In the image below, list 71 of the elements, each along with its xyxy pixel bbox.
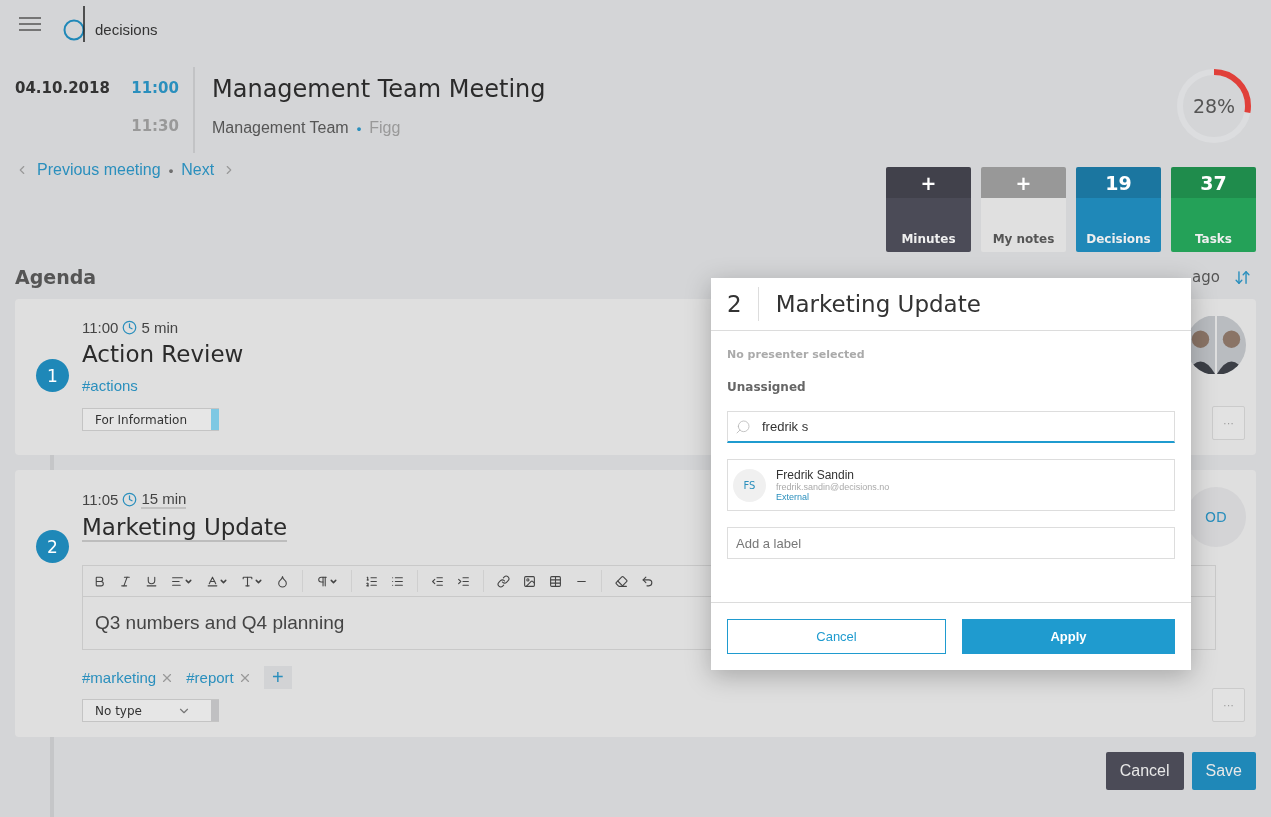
person-name: Fredrik Sandin — [776, 468, 856, 482]
underline-icon[interactable] — [145, 574, 158, 588]
bold-icon[interactable] — [93, 574, 106, 588]
apply-button[interactable]: Apply — [962, 619, 1175, 654]
summary-tile[interactable]: + Minutes — [886, 167, 971, 252]
separator-dot: • — [168, 162, 174, 178]
droplet-icon[interactable] — [276, 574, 289, 588]
separator-dot: • — [356, 120, 362, 136]
item-type-select[interactable]: For Information — [82, 408, 219, 431]
paragraph-icon[interactable] — [316, 574, 338, 588]
person-initials: FS — [733, 468, 766, 502]
font-color-icon[interactable] — [206, 574, 228, 588]
person-type-label: External — [776, 492, 811, 502]
start-time: 11:00 — [131, 79, 179, 97]
summary-tile[interactable]: 19 Decisions — [1076, 167, 1161, 252]
search-result[interactable]: FS Fredrik Sandin fredrik.sandin@decisions.no External — [727, 459, 1175, 511]
hashtag-link[interactable]: #marketing — [82, 669, 157, 686]
dialog-cancel-button[interactable]: Cancel — [727, 619, 946, 654]
align-icon[interactable] — [171, 574, 193, 588]
italic-icon[interactable] — [119, 574, 132, 588]
meeting-title: Management Team Meeting — [212, 75, 546, 103]
more-button[interactable]: ··· — [1212, 406, 1245, 440]
numbered-list-icon[interactable] — [365, 574, 378, 588]
outdent-icon[interactable] — [431, 574, 444, 588]
end-time: 11:30 — [131, 117, 179, 135]
logo-text: decisions — [95, 21, 158, 40]
dialog-title: Marketing Update — [775, 291, 981, 317]
eraser-icon[interactable] — [615, 574, 628, 588]
agenda-item-description: Q3 numbers and Q4 planning — [95, 612, 345, 634]
item-title[interactable]: Marketing Update — [82, 514, 288, 542]
hashtag-link[interactable]: #actions — [82, 377, 138, 394]
person-email: fredrik.sandin@decisions.no — [776, 482, 890, 492]
link-icon[interactable] — [497, 574, 510, 588]
item-duration: 15 min — [141, 490, 187, 509]
table-icon[interactable] — [549, 574, 562, 588]
item-title: Action Review — [82, 341, 244, 369]
item-type-select[interactable]: No type — [82, 699, 219, 722]
hashtag-link[interactable]: #report — [186, 669, 234, 686]
summary-tile[interactable]: + My notes — [981, 167, 1066, 252]
assignment-status: Unassigned — [727, 380, 807, 394]
search-field[interactable]: fredrik s — [727, 411, 1175, 443]
add-tag-button[interactable]: + — [263, 666, 292, 689]
meeting-date: 04.10.2018 — [15, 78, 111, 97]
item-time: 11:05 — [82, 491, 119, 508]
agenda-heading: Agenda — [15, 266, 97, 288]
summary-tile[interactable]: 37 Tasks — [1171, 167, 1256, 252]
item-duration: 5 min — [141, 319, 179, 336]
next-meeting-link[interactable]: Next — [181, 161, 215, 179]
clock-icon — [122, 320, 138, 335]
cancel-button[interactable]: Cancel — [1105, 752, 1184, 790]
bullet-list-icon[interactable] — [391, 574, 404, 588]
more-button[interactable]: ··· — [1212, 688, 1245, 722]
progress-label: 28% — [1192, 95, 1236, 117]
undo-icon[interactable] — [641, 574, 654, 588]
last-update-text: ago — [1192, 268, 1220, 286]
image-icon[interactable] — [523, 574, 536, 588]
team-name: Management Team — [212, 119, 349, 137]
text-size-icon[interactable] — [241, 574, 263, 588]
save-button[interactable]: Save — [1191, 752, 1256, 790]
menu-icon[interactable] — [19, 17, 41, 31]
search-icon — [735, 419, 751, 435]
previous-meeting-link[interactable]: Previous meeting — [37, 161, 161, 179]
clock-icon — [122, 492, 138, 507]
presenter-note: No presenter selected — [727, 348, 866, 361]
meeting-location: Figg — [369, 119, 401, 137]
item-number: 1 — [36, 359, 69, 392]
indent-icon[interactable] — [457, 574, 470, 588]
dialog-item-number: 2 — [727, 291, 742, 317]
item-time: 11:00 — [82, 319, 119, 336]
label-field[interactable]: Add a label — [727, 527, 1175, 559]
item-number: 2 — [36, 530, 69, 563]
